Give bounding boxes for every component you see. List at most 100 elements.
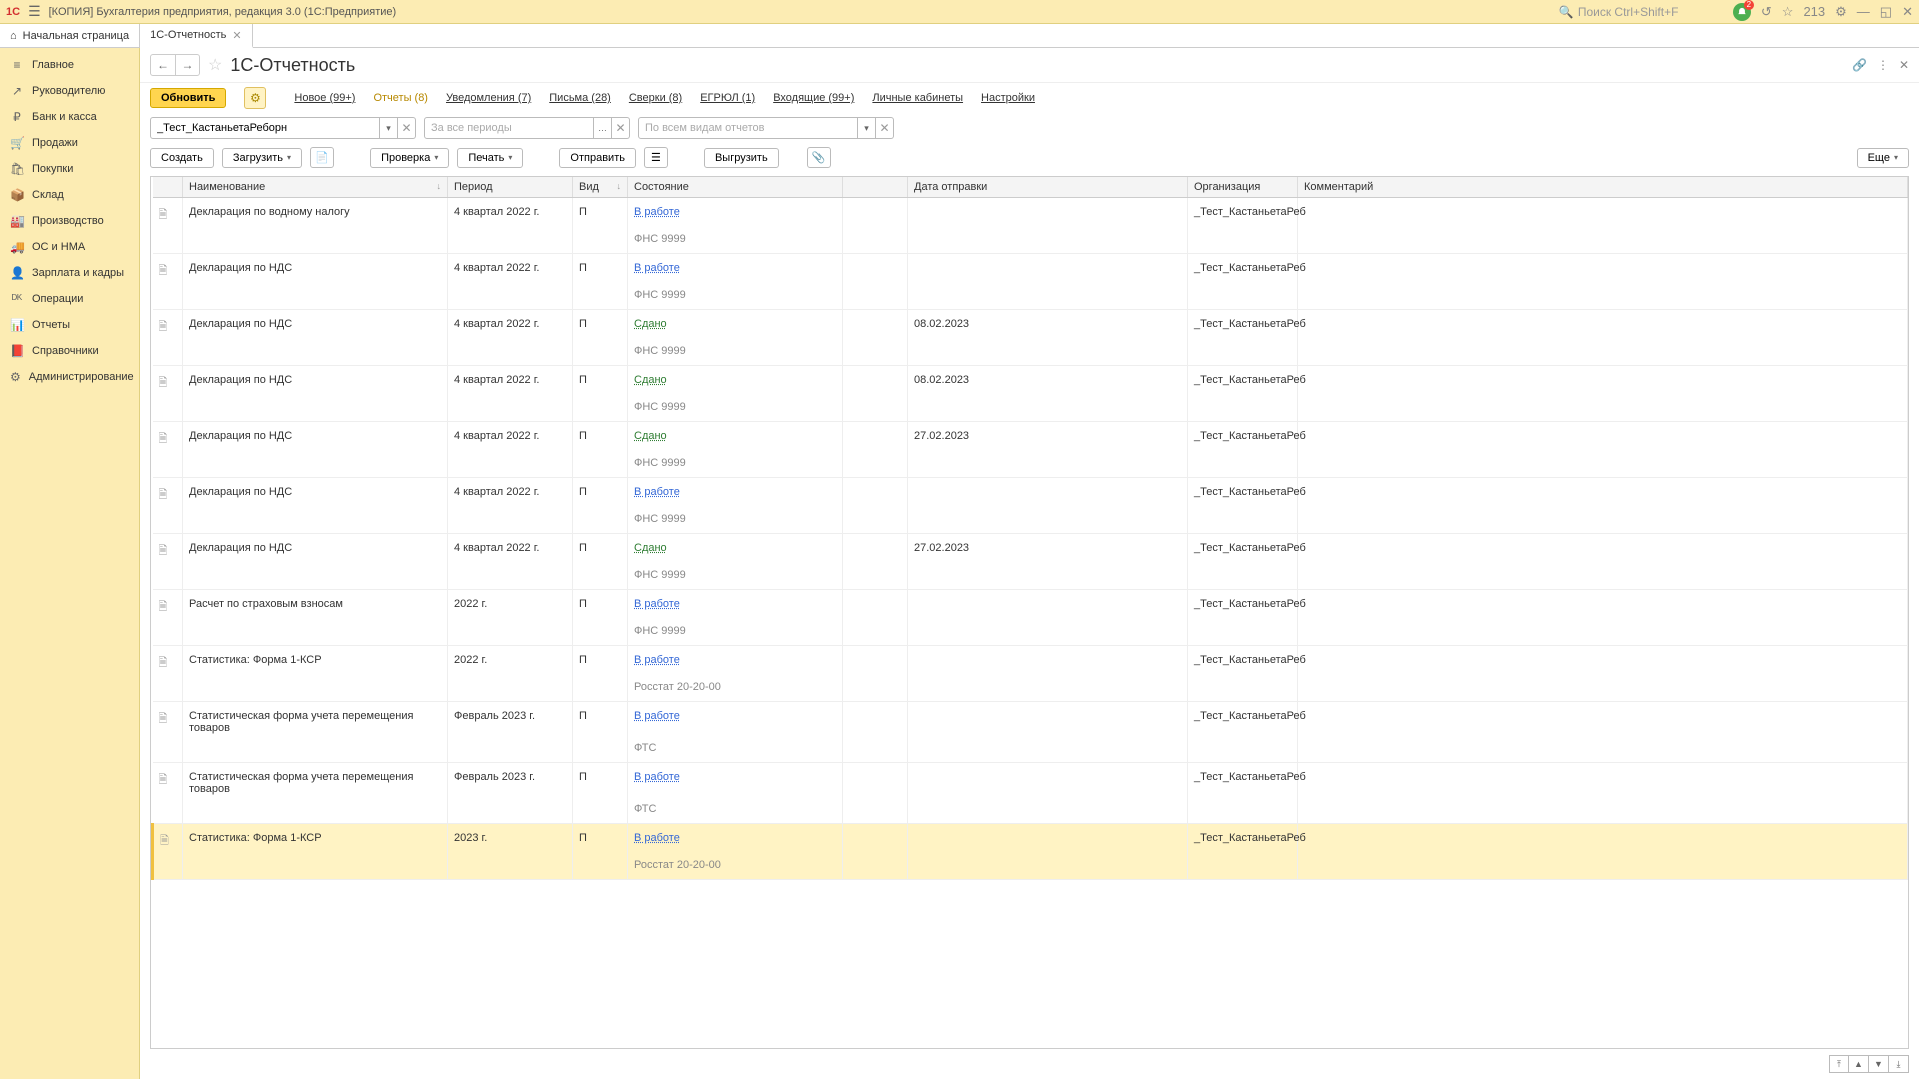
sidebar-item[interactable]: 🛒Продажи <box>0 130 139 156</box>
ellipsis-icon[interactable]: … <box>594 117 612 139</box>
chevron-down-icon[interactable]: ▾ <box>858 117 876 139</box>
nav-back-icon[interactable]: ← <box>151 55 175 75</box>
favorite-icon[interactable]: ☆ <box>208 55 222 75</box>
star-icon[interactable]: ☆ <box>1782 4 1794 20</box>
table-row[interactable]: 🗎Статистика: Форма 1-КСР2022 г.ПВ работе… <box>153 646 1908 678</box>
status-link[interactable]: Сдано <box>634 430 667 442</box>
filter-org-input[interactable] <box>150 117 380 139</box>
col-vid[interactable]: Вид↓ <box>573 177 628 198</box>
clear-icon[interactable]: ✕ <box>398 117 416 139</box>
linktab[interactable]: Новое (99+) <box>294 92 355 104</box>
bell-icon[interactable] <box>1733 3 1751 21</box>
link-icon[interactable]: 🔗 <box>1852 58 1867 72</box>
tab-home[interactable]: ⌂ Начальная страница <box>0 24 140 47</box>
table-row-sub[interactable]: ФНС 9999 <box>153 509 1908 534</box>
table-row-sub[interactable]: ФТС <box>153 799 1908 824</box>
sidebar-item[interactable]: 🏭Производство <box>0 208 139 234</box>
nav-last-icon[interactable]: ⤓ <box>1889 1055 1909 1073</box>
status-link[interactable]: Сдано <box>634 542 667 554</box>
col-period[interactable]: Период <box>448 177 573 198</box>
status-link[interactable]: В работе <box>634 486 680 498</box>
linktab[interactable]: ЕГРЮЛ (1) <box>700 92 755 104</box>
linktab[interactable]: Уведомления (7) <box>446 92 531 104</box>
load-file-icon[interactable]: 📄 <box>310 147 334 168</box>
status-link[interactable]: В работе <box>634 206 680 218</box>
table-row[interactable]: 🗎Декларация по НДС4 квартал 2022 г.ПСдан… <box>153 310 1908 342</box>
status-link[interactable]: В работе <box>634 262 680 274</box>
table-row-sub[interactable]: ФНС 9999 <box>153 453 1908 478</box>
table-row-sub[interactable]: ФНС 9999 <box>153 397 1908 422</box>
sidebar-item[interactable]: 📕Справочники <box>0 338 139 364</box>
linktab[interactable]: Письма (28) <box>549 92 611 104</box>
kebab-icon[interactable]: ⋮ <box>1877 58 1889 72</box>
clear-icon[interactable]: ✕ <box>612 117 630 139</box>
sidebar-item[interactable]: ᴰᴷОперации <box>0 286 139 312</box>
table-row-sub[interactable]: Росстат 20-20-00 <box>153 855 1908 880</box>
sidebar-item[interactable]: 🛍Покупки <box>0 156 139 182</box>
create-button[interactable]: Создать <box>150 148 214 168</box>
restore-icon[interactable]: ◱ <box>1880 4 1892 20</box>
sidebar-item[interactable]: 🚚ОС и НМА <box>0 234 139 260</box>
status-link[interactable]: Сдано <box>634 318 667 330</box>
export-button[interactable]: Выгрузить <box>704 148 779 168</box>
sidebar-item[interactable]: 📊Отчеты <box>0 312 139 338</box>
tab-close-icon[interactable]: ✕ <box>232 29 241 42</box>
sidebar-item[interactable]: ≡Главное <box>0 52 139 78</box>
chevron-down-icon[interactable]: ▾ <box>380 117 398 139</box>
print-button[interactable]: Печать▾ <box>457 148 523 168</box>
sidebar-item[interactable]: 👤Зарплата и кадры <box>0 260 139 286</box>
table-row-sub[interactable]: ФНС 9999 <box>153 341 1908 366</box>
sidebar-item[interactable]: ₽Банк и касса <box>0 104 139 130</box>
table-row[interactable]: 🗎Декларация по НДС4 квартал 2022 г.ПСдан… <box>153 366 1908 398</box>
list-icon[interactable]: ☰ <box>644 147 668 168</box>
table-row[interactable]: 🗎Декларация по НДС4 квартал 2022 г.ПСдан… <box>153 534 1908 566</box>
table-row-sub[interactable]: ФТС <box>153 738 1908 763</box>
col-extra[interactable] <box>843 177 908 198</box>
tab-reporting[interactable]: 1С-Отчетность ✕ <box>140 24 253 48</box>
more-button[interactable]: Еще▾ <box>1857 148 1909 168</box>
global-search[interactable]: 🔍 Поиск Ctrl+Shift+F <box>1553 4 1723 20</box>
table-row-sub[interactable]: ФНС 9999 <box>153 285 1908 310</box>
attach-icon[interactable]: 📎 <box>807 147 831 168</box>
table-row[interactable]: 🗎Декларация по НДС4 квартал 2022 г.ПСдан… <box>153 422 1908 454</box>
refresh-button[interactable]: Обновить <box>150 88 226 108</box>
gear-icon[interactable]: ⚙ <box>244 87 266 109</box>
filter-icon[interactable]: ⚙ <box>1835 4 1847 20</box>
col-status[interactable]: Состояние <box>628 177 843 198</box>
status-link[interactable]: В работе <box>634 654 680 666</box>
col-name[interactable]: Наименование↓ <box>183 177 448 198</box>
status-link[interactable]: В работе <box>634 771 680 783</box>
table-row[interactable]: 🗎Расчет по страховым взносам2022 г.ПВ ра… <box>153 590 1908 622</box>
col-date[interactable]: Дата отправки <box>908 177 1188 198</box>
sidebar-item[interactable]: 📦Склад <box>0 182 139 208</box>
nav-down-icon[interactable]: ▼ <box>1869 1055 1889 1073</box>
linktab[interactable]: Настройки <box>981 92 1035 104</box>
load-button[interactable]: Загрузить▾ <box>222 148 302 168</box>
status-link[interactable]: В работе <box>634 710 680 722</box>
notif-count[interactable]: 213 <box>1803 4 1825 19</box>
history-icon[interactable]: ↺ <box>1761 4 1772 20</box>
check-button[interactable]: Проверка▾ <box>370 148 449 168</box>
table-row[interactable]: 🗎Статистическая форма учета перемещения … <box>153 763 1908 800</box>
table-row[interactable]: 🗎Декларация по НДС4 квартал 2022 г.ПВ ра… <box>153 254 1908 286</box>
col-comment[interactable]: Комментарий <box>1298 177 1908 198</box>
nav-up-icon[interactable]: ▲ <box>1849 1055 1869 1073</box>
sidebar-item[interactable]: ⚙Администрирование <box>0 364 139 390</box>
send-button[interactable]: Отправить <box>559 148 636 168</box>
sidebar-item[interactable]: ↗Руководителю <box>0 78 139 104</box>
filter-period-input[interactable] <box>424 117 594 139</box>
table-row-sub[interactable]: ФНС 9999 <box>153 621 1908 646</box>
nav-first-icon[interactable]: ⤒ <box>1829 1055 1849 1073</box>
close-page-icon[interactable]: ✕ <box>1899 58 1909 72</box>
filter-type-input[interactable] <box>638 117 858 139</box>
table-row-sub[interactable]: ФНС 9999 <box>153 229 1908 254</box>
table-row[interactable]: 🗎Декларация по НДС4 квартал 2022 г.ПВ ра… <box>153 478 1908 510</box>
table-row-sub[interactable]: Росстат 20-20-00 <box>153 677 1908 702</box>
status-link[interactable]: Сдано <box>634 374 667 386</box>
linktab[interactable]: Отчеты (8) <box>373 92 428 104</box>
status-link[interactable]: В работе <box>634 598 680 610</box>
table-row-sub[interactable]: ФНС 9999 <box>153 565 1908 590</box>
table-row[interactable]: 🗎Статистика: Форма 1-КСР2023 г.ПВ работе… <box>153 824 1908 856</box>
table-row[interactable]: 🗎Декларация по водному налогу4 квартал 2… <box>153 198 1908 230</box>
linktab[interactable]: Входящие (99+) <box>773 92 854 104</box>
